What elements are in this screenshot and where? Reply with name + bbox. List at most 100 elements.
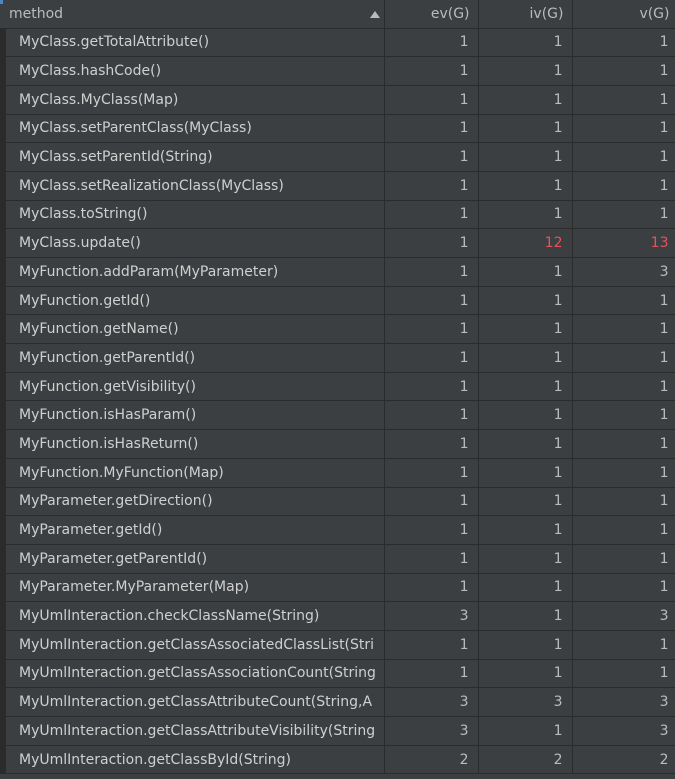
v-cell: 1 <box>572 286 675 316</box>
table-row[interactable]: MyFunction.getName() 1 1 1 <box>0 314 675 345</box>
method-cell: MyParameter.getDirection() <box>0 487 385 517</box>
v-cell: 1 <box>572 85 675 115</box>
ev-cell: 3 <box>384 687 479 717</box>
method-cell: MyParameter.getId() <box>0 515 385 545</box>
ev-cell: 1 <box>384 171 479 201</box>
iv-cell: 1 <box>478 601 573 631</box>
method-cell: MyFunction.getName() <box>0 314 385 345</box>
column-header-iv-label: iv(G) <box>529 5 564 22</box>
iv-cell: 1 <box>478 286 573 316</box>
table-row[interactable]: MyFunction.getParentId() 1 1 1 <box>0 343 675 373</box>
iv-cell: 1 <box>478 544 573 574</box>
iv-cell: 1 <box>478 314 573 345</box>
v-cell: 1 <box>572 429 675 459</box>
v-cell: 3 <box>572 716 675 746</box>
method-cell: MyClass.hashCode() <box>0 56 385 86</box>
table-row[interactable]: MyUmlInteraction.getClassById(String) 2 2 2 <box>0 745 675 775</box>
v-cell: 1 <box>572 573 675 603</box>
ev-cell: 1 <box>384 487 479 517</box>
table-row[interactable]: MyClass.getTotalAttribute() 1 1 1 <box>0 28 675 58</box>
iv-cell: 1 <box>478 630 573 660</box>
v-cell: 1 <box>572 458 675 488</box>
table-row[interactable]: MyUmlInteraction.checkClassName(String) 3… <box>0 601 675 631</box>
table-row[interactable]: MyClass.setParentClass(MyClass) 1 1 1 <box>0 114 675 144</box>
iv-cell: 1 <box>478 659 573 689</box>
table-row[interactable]: MyFunction.isHasReturn() 1 1 1 <box>0 429 675 459</box>
method-cell: MyUmlInteraction.checkClassName(String) <box>0 601 385 631</box>
table-row[interactable]: MyUmlInteraction.getClassAttributeCount(… <box>0 687 675 717</box>
iv-cell: 1 <box>478 487 573 517</box>
method-cell: MyUmlInteraction.getClassById(String) <box>0 745 385 775</box>
method-cell: MyUmlInteraction.getClassAssociatedClass… <box>0 630 385 660</box>
column-header-ev[interactable]: ev(G) <box>384 0 479 29</box>
ev-cell: 1 <box>384 114 479 144</box>
table-row[interactable]: MyFunction.MyFunction(Map) 1 1 1 <box>0 458 675 488</box>
method-cell: MyClass.setParentId(String) <box>0 142 385 172</box>
v-cell: 1 <box>572 142 675 172</box>
table-row[interactable]: MyClass.hashCode() 1 1 1 <box>0 56 675 86</box>
table-row[interactable]: MyClass.toString() 1 1 1 <box>0 200 675 230</box>
table-row[interactable]: MyUmlInteraction.getClassAttributeVisibi… <box>0 716 675 746</box>
table-row[interactable]: MyParameter.getId() 1 1 1 <box>0 515 675 545</box>
column-header-method-label: method <box>9 5 64 22</box>
table-header: method ev(G) iv(G) v(G) <box>3 0 675 29</box>
table-row[interactable]: MyParameter.MyParameter(Map) 1 1 1 <box>0 573 675 603</box>
iv-cell: 1 <box>478 142 573 172</box>
iv-cell: 1 <box>478 343 573 373</box>
column-header-iv[interactable]: iv(G) <box>478 0 573 29</box>
table-row[interactable]: MyUmlInteraction.getClassAssociationCoun… <box>0 659 675 689</box>
method-cell: MyClass.setRealizationClass(MyClass) <box>0 171 385 201</box>
table-row[interactable]: MyClass.MyClass(Map) 1 1 1 <box>0 85 675 115</box>
v-cell: 1 <box>572 487 675 517</box>
table-row[interactable]: MyParameter.getDirection() 1 1 1 <box>0 487 675 517</box>
v-cell: 2 <box>572 745 675 775</box>
method-cell: MyClass.toString() <box>0 200 385 230</box>
table-row[interactable]: MyUmlInteraction.getClassAssociatedClass… <box>0 630 675 660</box>
iv-cell: 1 <box>478 429 573 459</box>
table-row[interactable]: MyFunction.getId() 1 1 1 <box>0 286 675 316</box>
iv-cell: 1 <box>478 114 573 144</box>
ev-cell: 1 <box>384 286 479 316</box>
table-row[interactable]: MyFunction.isHasParam() 1 1 1 <box>0 400 675 431</box>
column-header-v-label: v(G) <box>639 5 670 22</box>
ev-cell: 1 <box>384 343 479 373</box>
table-row[interactable]: MyClass.setParentId(String) 1 1 1 <box>0 142 675 172</box>
ev-cell: 3 <box>384 601 479 631</box>
method-cell: MyFunction.getId() <box>0 286 385 316</box>
sort-ascending-icon[interactable] <box>369 11 380 18</box>
ev-cell: 1 <box>384 630 479 660</box>
v-cell: 1 <box>572 171 675 201</box>
table-row[interactable]: MyFunction.getVisibility() 1 1 1 <box>0 372 675 402</box>
v-cell: 3 <box>572 257 675 287</box>
ev-cell: 1 <box>384 659 479 689</box>
method-cell: MyFunction.getVisibility() <box>0 372 385 402</box>
v-cell: 1 <box>572 400 675 431</box>
method-cell: MyFunction.isHasParam() <box>0 400 385 431</box>
iv-cell: 3 <box>478 687 573 717</box>
v-cell: 1 <box>572 630 675 660</box>
iv-cell: 12 <box>478 228 573 258</box>
v-cell: 1 <box>572 372 675 402</box>
ev-cell: 1 <box>384 515 479 545</box>
ev-cell: 1 <box>384 372 479 402</box>
ev-cell: 1 <box>384 200 479 230</box>
table-row[interactable]: MyParameter.getParentId() 1 1 1 <box>0 544 675 574</box>
table-row[interactable]: MyClass.setRealizationClass(MyClass) 1 1 1 <box>0 171 675 201</box>
column-header-v[interactable]: v(G) <box>572 0 675 29</box>
v-cell: 3 <box>572 601 675 631</box>
method-cell: MyParameter.getParentId() <box>0 544 385 574</box>
method-cell: MyClass.setParentClass(MyClass) <box>0 114 385 144</box>
column-header-method[interactable]: method <box>3 0 385 29</box>
v-cell: 1 <box>572 659 675 689</box>
method-cell: MyParameter.MyParameter(Map) <box>0 573 385 603</box>
method-cell: MyUmlInteraction.getClassAttributeVisibi… <box>0 716 385 746</box>
method-cell: MyFunction.isHasReturn() <box>0 429 385 459</box>
table-row[interactable]: MyClass.update() 1 12 13 <box>0 228 675 258</box>
iv-cell: 1 <box>478 458 573 488</box>
iv-cell: 2 <box>478 745 573 775</box>
ev-cell: 1 <box>384 257 479 287</box>
method-cell: MyFunction.getParentId() <box>0 343 385 373</box>
iv-cell: 1 <box>478 573 573 603</box>
method-cell: MyClass.getTotalAttribute() <box>0 28 385 58</box>
table-row[interactable]: MyFunction.addParam(MyParameter) 1 1 3 <box>0 257 675 287</box>
